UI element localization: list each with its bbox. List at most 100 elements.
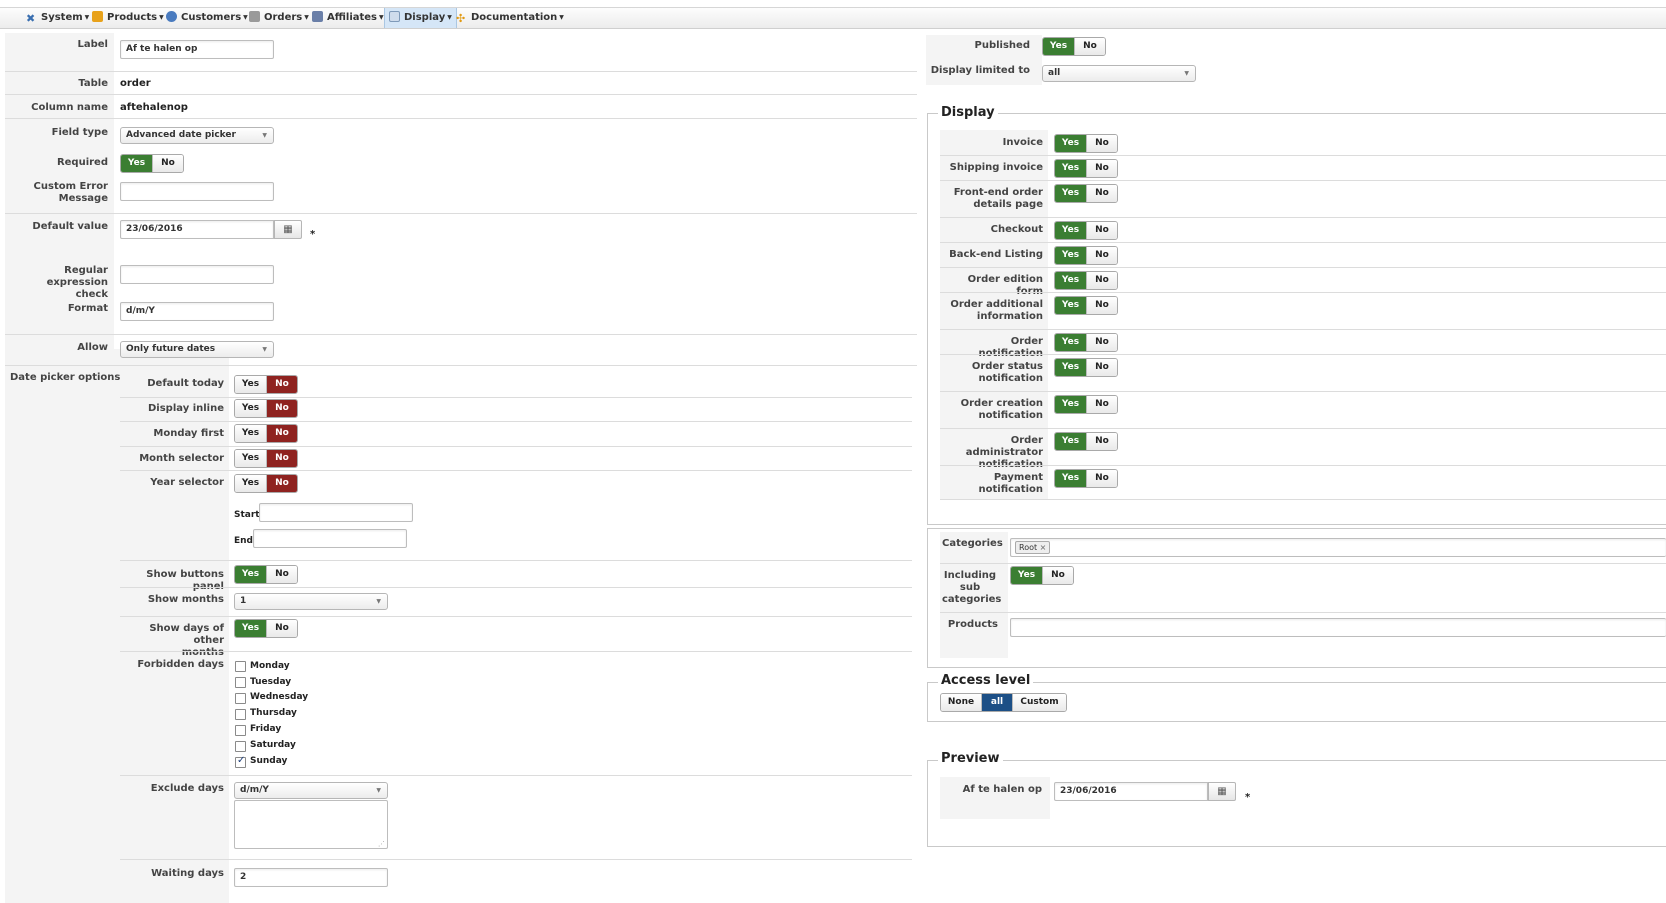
display-row-yes[interactable]: Yes: [1055, 297, 1086, 314]
default-today-yes[interactable]: Yes: [235, 376, 266, 393]
exclude-days-format-select[interactable]: d/m/Y ▼: [234, 782, 388, 799]
custom-error-input[interactable]: [120, 182, 274, 201]
published-toggle[interactable]: Yes No: [1042, 37, 1106, 56]
resize-handle-icon[interactable]: ⋰: [378, 840, 385, 848]
checkbox-sunday[interactable]: [235, 755, 246, 768]
preview-date-input[interactable]: 23/06/2016: [1054, 782, 1208, 801]
label-input[interactable]: Af te halen op: [120, 40, 274, 59]
monday-first-yes[interactable]: Yes: [235, 425, 266, 442]
required-no[interactable]: No: [152, 155, 183, 172]
display-row-toggle[interactable]: Yes No: [1054, 159, 1118, 178]
display-row-toggle[interactable]: Yes No: [1054, 469, 1118, 488]
calendar-icon[interactable]: ▦: [274, 220, 302, 239]
display-row-toggle[interactable]: Yes No: [1054, 296, 1118, 315]
display-row-toggle[interactable]: Yes No: [1054, 271, 1118, 290]
default-today-toggle[interactable]: Yes No: [234, 375, 298, 394]
display-row-toggle[interactable]: Yes No: [1054, 432, 1118, 451]
display-row-yes[interactable]: Yes: [1055, 359, 1086, 376]
display-row-toggle[interactable]: Yes No: [1054, 246, 1118, 265]
checkbox-monday[interactable]: [235, 661, 246, 672]
display-row-no[interactable]: No: [1086, 359, 1117, 376]
display-row-no[interactable]: No: [1086, 433, 1117, 450]
monday-first-no[interactable]: No: [266, 425, 297, 442]
display-row-no[interactable]: No: [1086, 334, 1117, 351]
display-limited-select[interactable]: all ▼: [1042, 65, 1196, 82]
display-row-no[interactable]: No: [1086, 297, 1117, 314]
show-other-months-yes[interactable]: Yes: [235, 620, 266, 637]
access-all[interactable]: all: [981, 694, 1012, 711]
display-row-yes[interactable]: Yes: [1055, 396, 1086, 413]
month-selector-no[interactable]: No: [266, 450, 297, 467]
display-row-toggle[interactable]: Yes No: [1054, 395, 1118, 414]
access-level-toggle[interactable]: None all Custom: [940, 693, 1067, 712]
access-custom[interactable]: Custom: [1012, 694, 1066, 711]
checkbox-tuesday[interactable]: [235, 677, 246, 688]
waiting-days-input[interactable]: 2: [234, 868, 388, 887]
display-row-toggle[interactable]: Yes No: [1054, 358, 1118, 377]
including-yes[interactable]: Yes: [1011, 567, 1042, 584]
menu-documentation[interactable]: ✣ Documentation ▼: [452, 8, 568, 28]
display-row-no[interactable]: No: [1086, 222, 1117, 239]
default-today-no[interactable]: No: [266, 376, 297, 393]
menu-affiliates[interactable]: Affiliates ▼: [308, 8, 388, 28]
show-other-months-no[interactable]: No: [266, 620, 297, 637]
checkbox-wednesday[interactable]: [235, 693, 246, 704]
display-inline-no[interactable]: No: [266, 400, 297, 417]
format-input[interactable]: d/m/Y: [120, 302, 274, 321]
show-buttons-toggle[interactable]: Yes No: [234, 565, 298, 584]
published-yes[interactable]: Yes: [1043, 38, 1074, 55]
display-row-yes[interactable]: Yes: [1055, 135, 1086, 152]
display-row-no[interactable]: No: [1086, 396, 1117, 413]
month-selector-toggle[interactable]: Yes No: [234, 449, 298, 468]
display-row-yes[interactable]: Yes: [1055, 272, 1086, 289]
display-row-no[interactable]: No: [1086, 185, 1117, 202]
display-row-yes[interactable]: Yes: [1055, 160, 1086, 177]
display-row-no[interactable]: No: [1086, 470, 1117, 487]
display-row-toggle[interactable]: Yes No: [1054, 134, 1118, 153]
display-row-yes[interactable]: Yes: [1055, 433, 1086, 450]
including-sub-categories-toggle[interactable]: Yes No: [1010, 566, 1074, 585]
year-end-input[interactable]: [253, 529, 407, 548]
display-inline-toggle[interactable]: Yes No: [234, 399, 298, 418]
menu-products[interactable]: Products ▼: [88, 8, 168, 28]
published-no[interactable]: No: [1074, 38, 1105, 55]
calendar-icon[interactable]: ▦: [1208, 782, 1236, 801]
show-buttons-yes[interactable]: Yes: [235, 566, 266, 583]
display-row-yes[interactable]: Yes: [1055, 247, 1086, 264]
display-row-no[interactable]: No: [1086, 247, 1117, 264]
required-toggle[interactable]: Yes No: [120, 154, 184, 173]
field-type-select[interactable]: Advanced date picker ▼: [120, 127, 274, 144]
display-row-toggle[interactable]: Yes No: [1054, 333, 1118, 352]
default-value-input[interactable]: 23/06/2016: [120, 220, 274, 239]
display-row-no[interactable]: No: [1086, 160, 1117, 177]
menu-orders[interactable]: Orders ▼: [245, 8, 313, 28]
display-row-yes[interactable]: Yes: [1055, 222, 1086, 239]
menu-display[interactable]: Display ▼: [384, 8, 457, 28]
access-none[interactable]: None: [941, 694, 981, 711]
show-buttons-no[interactable]: No: [266, 566, 297, 583]
including-no[interactable]: No: [1042, 567, 1073, 584]
year-selector-yes[interactable]: Yes: [235, 475, 266, 492]
month-selector-yes[interactable]: Yes: [235, 450, 266, 467]
display-row-yes[interactable]: Yes: [1055, 334, 1086, 351]
allow-select[interactable]: Only future dates ▼: [120, 341, 274, 358]
menu-customers[interactable]: Customers ▼: [162, 8, 252, 28]
categories-input[interactable]: [1010, 538, 1666, 557]
display-row-toggle[interactable]: Yes No: [1054, 184, 1118, 203]
required-yes[interactable]: Yes: [121, 155, 152, 172]
year-selector-no[interactable]: No: [266, 475, 297, 492]
display-row-yes[interactable]: Yes: [1055, 185, 1086, 202]
checkbox-friday[interactable]: [235, 725, 246, 736]
year-selector-toggle[interactable]: Yes No: [234, 474, 298, 493]
exclude-days-textarea[interactable]: ⋰: [234, 800, 388, 849]
checkbox-thursday[interactable]: [235, 709, 246, 720]
display-row-no[interactable]: No: [1086, 135, 1117, 152]
menu-system[interactable]: ✖ System ▼: [22, 8, 93, 28]
show-other-months-toggle[interactable]: Yes No: [234, 619, 298, 638]
show-months-select[interactable]: 1 ▼: [234, 593, 388, 610]
checkbox-saturday[interactable]: [235, 741, 246, 752]
display-inline-yes[interactable]: Yes: [235, 400, 266, 417]
category-tag-root[interactable]: Root ×: [1015, 541, 1051, 554]
monday-first-toggle[interactable]: Yes No: [234, 424, 298, 443]
year-start-input[interactable]: [259, 503, 413, 522]
